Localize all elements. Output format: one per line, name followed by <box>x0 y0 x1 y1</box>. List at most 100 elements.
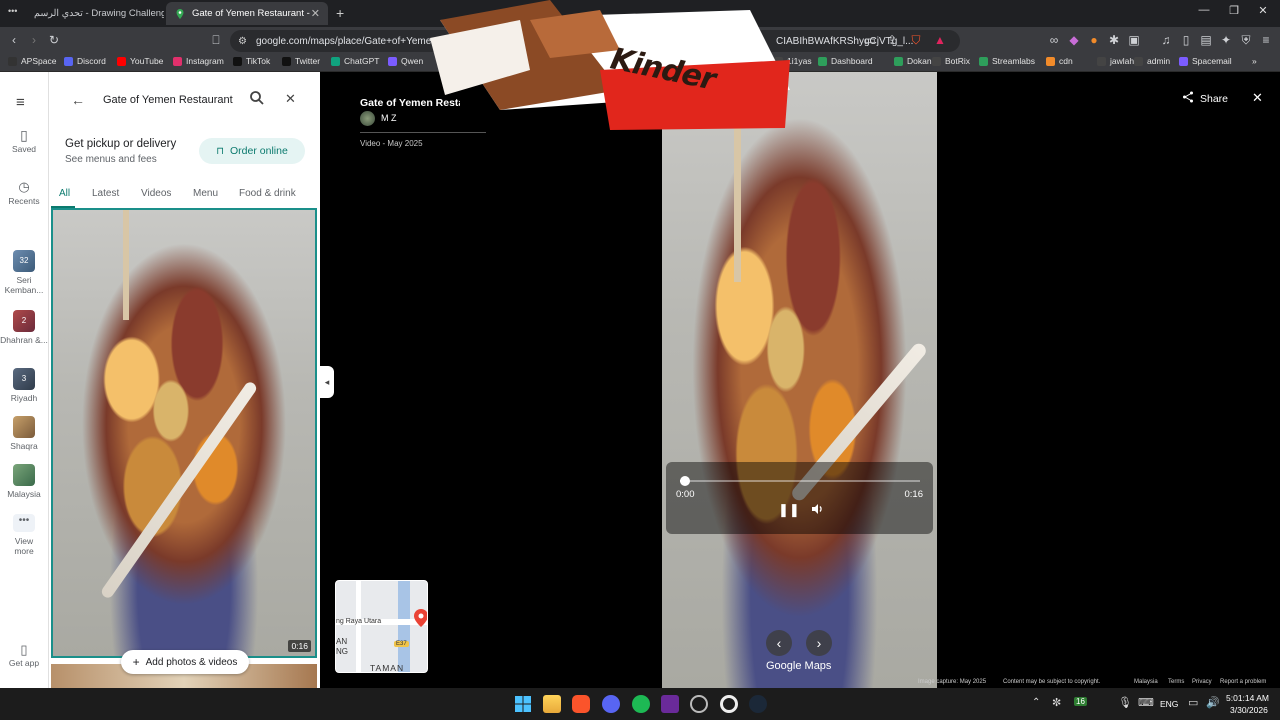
pause-icon[interactable]: ❚❚ <box>778 502 800 518</box>
brave-menu-icon[interactable]: ••• <box>8 6 17 16</box>
tab-latest[interactable]: Latest <box>92 188 119 199</box>
bookmark-botrix[interactable]: BotRix <box>932 56 970 66</box>
media-icon[interactable]: ♫ <box>1158 32 1174 48</box>
tray-mic-icon[interactable]: 🎙 <box>1118 696 1132 709</box>
bookmark-discord[interactable]: Discord <box>64 56 106 66</box>
search-box[interactable]: ← Gate of Yemen Restaurant ✕ <box>61 88 309 114</box>
extension-3-icon[interactable]: ● <box>1086 32 1102 48</box>
steam-taskbar-icon[interactable] <box>749 695 767 713</box>
forward-icon[interactable]: › <box>26 32 42 48</box>
tab-food-drink[interactable]: Food & drink <box>239 188 296 199</box>
file-explorer-icon[interactable] <box>543 695 561 713</box>
speaker-icon[interactable]: 🔊 <box>1206 696 1220 709</box>
tab-menu[interactable]: Menu <box>193 188 218 199</box>
vpn-icon[interactable]: ⛨ <box>1238 32 1254 48</box>
close-tab-icon[interactable]: ✕ <box>311 7 320 20</box>
tray-app-icon[interactable]: ✼ <box>1052 696 1061 709</box>
recent-seri-kembangan[interactable]: 32 Seri Kemban... <box>0 250 48 295</box>
extension-1-icon[interactable]: ∞ <box>1046 32 1062 48</box>
order-online-button[interactable]: ⊓ Order online <box>199 138 305 164</box>
menu-icon[interactable]: ≡ <box>16 94 25 111</box>
language-indicator[interactable]: ENG <box>1160 699 1178 709</box>
video-player[interactable]: 0:00 0:16 ❚❚ <box>662 72 937 688</box>
share-button[interactable]: Share <box>1182 91 1228 106</box>
bookmark-apspace[interactable]: APSpace <box>8 56 56 66</box>
tray-chevron-icon[interactable]: ⌃ <box>1032 697 1040 708</box>
close-window-icon[interactable]: ✕ <box>1246 4 1280 17</box>
extensions-puzzle-icon[interactable]: ✱ <box>1106 32 1122 48</box>
bookmark-jawlah[interactable]: jawlah <box>1097 56 1134 66</box>
recent-dhahran[interactable]: 2 Dhahran &... <box>0 310 48 345</box>
bookmark-dokan[interactable]: Dokan <box>894 56 932 66</box>
clear-search-icon[interactable]: ✕ <box>285 91 296 107</box>
bookmark-youtube[interactable]: YouTube <box>117 56 163 66</box>
bookmark-spacemail[interactable]: Spacemail <box>1179 56 1232 66</box>
bookmark-twitter[interactable]: Twitter <box>282 56 320 66</box>
bookmark-instagram[interactable]: Instagram <box>173 56 224 66</box>
search-input[interactable]: Gate of Yemen Restaurant <box>103 94 233 106</box>
footer-report[interactable]: Report a problem <box>1220 679 1266 685</box>
bookmark-cdn[interactable]: cdn <box>1046 56 1073 66</box>
recent-malaysia[interactable]: Malaysia <box>0 464 48 499</box>
next-photo-button[interactable]: › <box>806 630 832 656</box>
leo-ai-icon[interactable]: ✦ <box>1218 32 1234 48</box>
browser-menu-icon[interactable]: ≡ <box>1258 32 1274 48</box>
view-more[interactable]: ••• View more <box>0 514 48 556</box>
progress-knob[interactable] <box>679 476 690 486</box>
author-name[interactable]: M Z <box>381 113 397 123</box>
get-app[interactable]: ▯ Get app <box>0 643 48 668</box>
more-bookmarks-icon[interactable]: » <box>1252 56 1257 66</box>
bookmark-admin[interactable]: admin <box>1134 56 1170 66</box>
close-viewer-icon[interactable]: ✕ <box>1252 90 1263 106</box>
recent-shaqra[interactable]: Shaqra <box>0 416 48 451</box>
author-avatar[interactable] <box>360 111 375 126</box>
tab-all[interactable]: All <box>59 188 70 199</box>
brave-shields-icon[interactable]: ⛉ <box>908 32 924 48</box>
footer-privacy[interactable]: Privacy <box>1192 679 1212 685</box>
reload-icon[interactable]: ↻ <box>46 32 62 48</box>
progress-track[interactable] <box>679 476 920 486</box>
wallet-icon[interactable]: ▤ <box>1198 32 1214 48</box>
cast-icon[interactable]: ▭ <box>862 32 878 48</box>
new-tab-icon[interactable]: + <box>336 5 344 21</box>
rail-recents[interactable]: ◷ Recents <box>0 180 48 206</box>
start-icon[interactable] <box>514 695 532 713</box>
add-photos-button[interactable]: + Add photos & videos <box>121 650 249 674</box>
app-taskbar-icon[interactable] <box>690 695 708 713</box>
footer-country[interactable]: Malaysia <box>1134 679 1158 685</box>
share-page-icon[interactable]: ⇪ <box>884 32 900 48</box>
bookmark-dashboard[interactable]: Dashboard <box>818 56 873 66</box>
recent-riyadh[interactable]: 3 Riyadh <box>0 368 48 403</box>
back-arrow-icon[interactable]: ← <box>71 92 85 108</box>
tray-keyboard-icon[interactable]: ⌨ <box>1138 696 1154 709</box>
bookmark-chatgpt[interactable]: ChatGPT <box>331 56 379 66</box>
mini-map[interactable]: ng Raya Utara AN NG TAMAN E37 <box>335 580 428 673</box>
extension-2-icon[interactable]: ◆ <box>1066 32 1082 48</box>
clock-date[interactable]: 3/30/2026 <box>1230 705 1268 715</box>
tab-videos[interactable]: Videos <box>141 188 171 199</box>
search-icon[interactable] <box>249 90 265 109</box>
footer-terms[interactable]: Terms <box>1168 679 1184 685</box>
tab-drawing-challenge[interactable]: تحدي الرسم - Drawing Challenge | جو <box>26 2 164 25</box>
tab-gate-of-yemen[interactable]: Gate of Yemen Restaurant - Goo ✕ <box>166 2 328 25</box>
bookmark-tiktok[interactable]: TikTok <box>233 56 270 66</box>
brave-rewards-icon[interactable]: ▲ <box>932 32 948 48</box>
site-settings-icon[interactable]: ⚙ <box>238 36 247 47</box>
video-thumbnail[interactable]: 0:16 <box>51 208 317 658</box>
spotify-taskbar-icon[interactable] <box>632 695 650 713</box>
next-taskbar-icon[interactable] <box>661 695 679 713</box>
tray-weather-badge[interactable]: 16 <box>1074 697 1087 706</box>
sidebar-icon[interactable]: ▯ <box>1178 32 1194 48</box>
clock-time[interactable]: 5:01:14 AM <box>1226 693 1269 703</box>
bookmark-page-icon[interactable]: ⎕ <box>208 32 224 48</box>
collapse-panel-toggle[interactable]: ◂ <box>320 366 334 398</box>
bookmark-streamlabs[interactable]: Streamlabs <box>979 56 1035 66</box>
volume-icon[interactable] <box>810 502 824 521</box>
rail-saved[interactable]: ▯ Saved <box>0 128 48 154</box>
prev-photo-button[interactable]: ‹ <box>766 630 792 656</box>
settings-taskbar-icon[interactable] <box>720 695 738 713</box>
discord-taskbar-icon[interactable] <box>602 695 620 713</box>
brave-taskbar-icon[interactable] <box>572 695 590 713</box>
extension-4-icon[interactable]: ▣ <box>1126 32 1142 48</box>
network-icon[interactable]: ▭ <box>1188 696 1198 709</box>
